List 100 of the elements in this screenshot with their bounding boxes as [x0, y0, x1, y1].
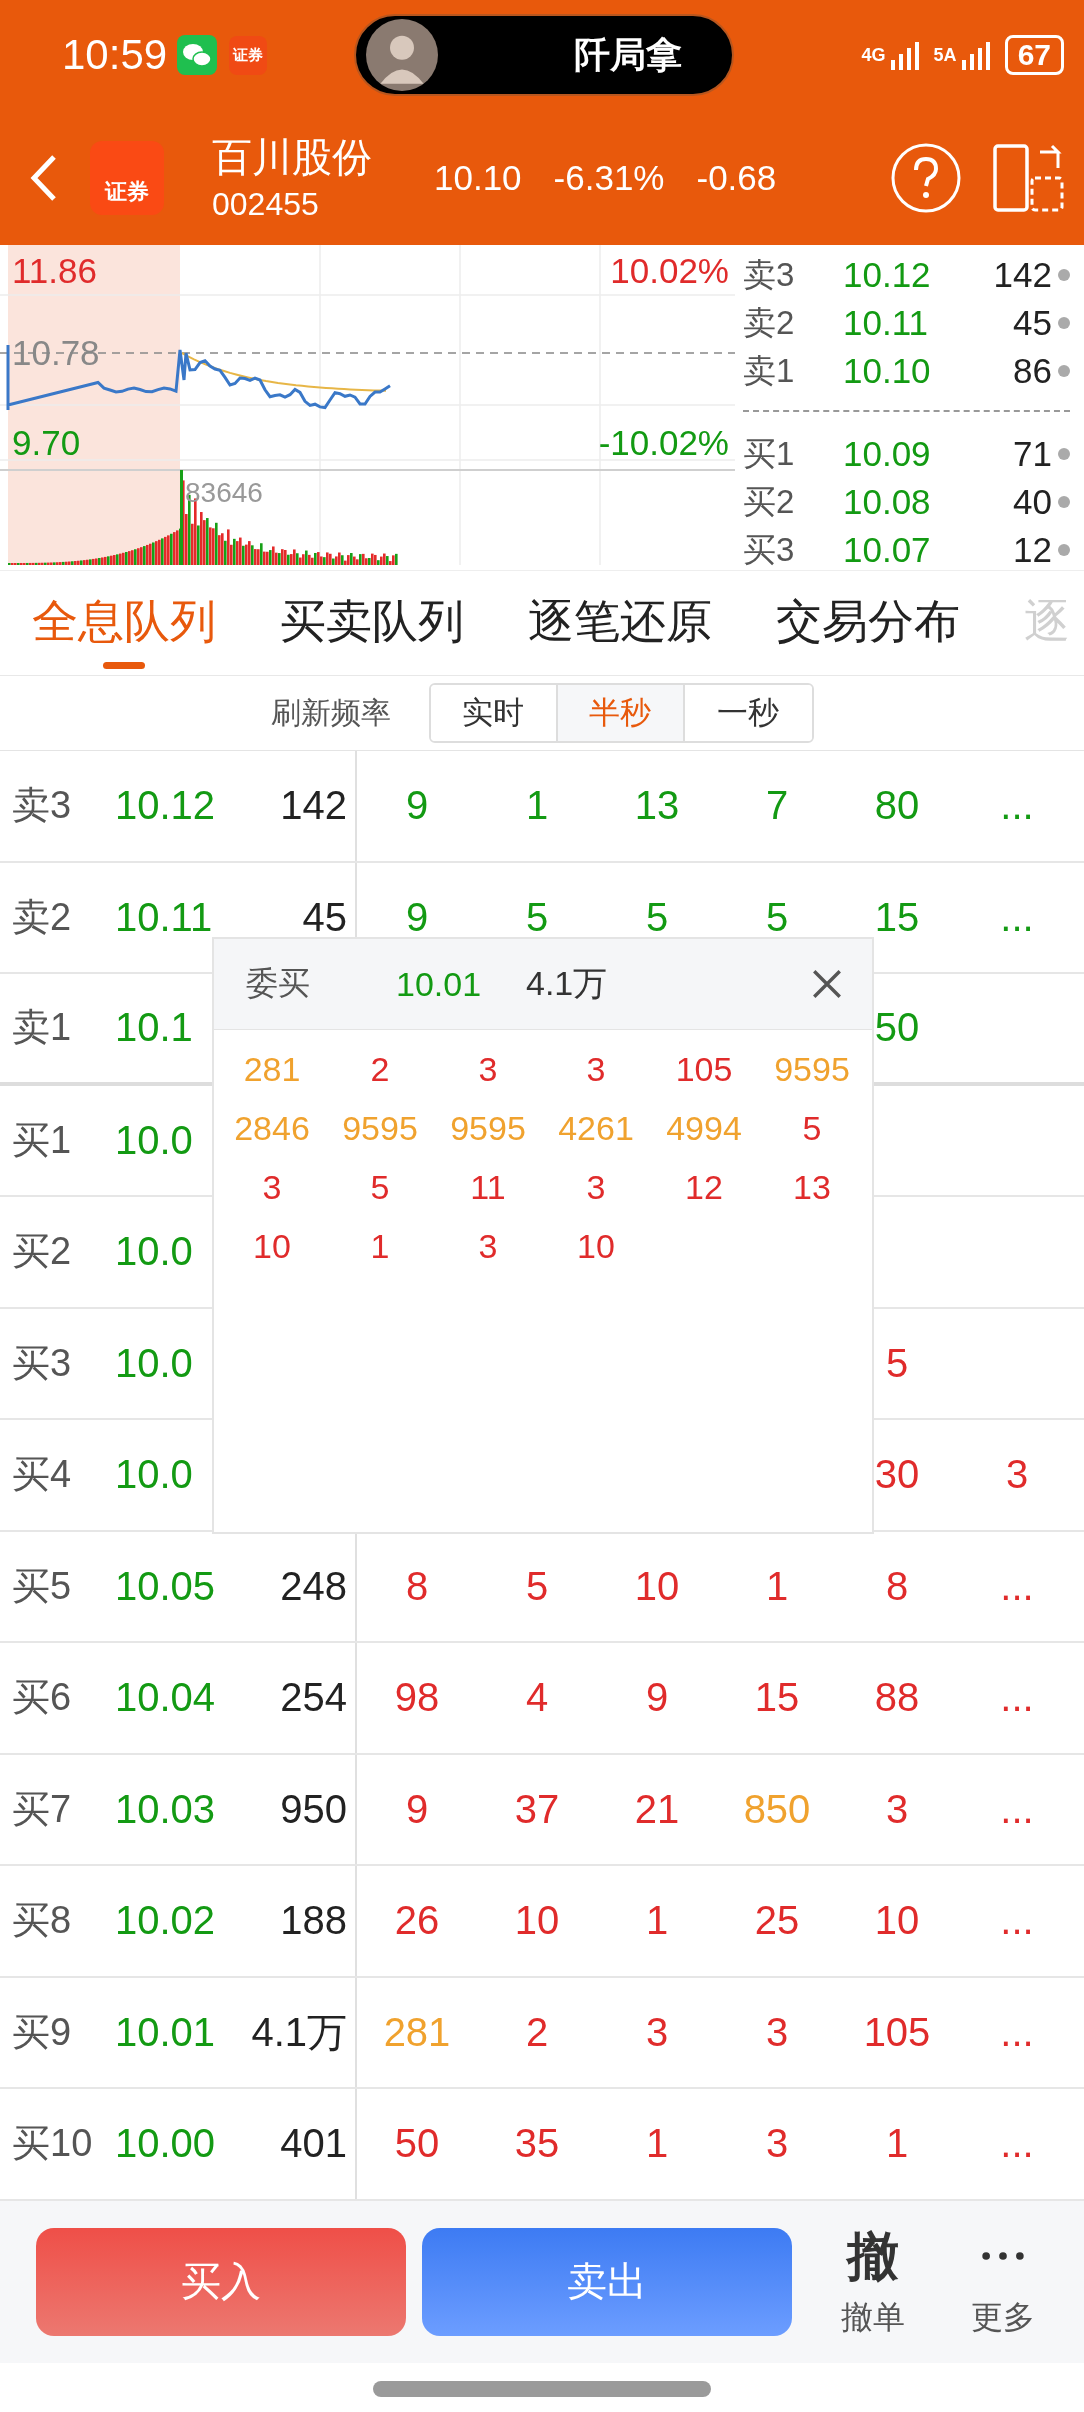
battery-level: 67 — [1004, 35, 1064, 75]
app-badge-icon: 证券 — [229, 35, 268, 75]
layout-switch-icon[interactable] — [992, 141, 1064, 214]
level-label: 卖2 — [11, 894, 73, 940]
order-size: 3 — [478, 1227, 498, 1266]
order-size: 5 — [802, 1109, 822, 1148]
order-size: 1 — [885, 2121, 909, 2167]
level-volume: 45 — [302, 894, 347, 939]
level-volume: 401 — [280, 2121, 347, 2166]
volume-label: 83646 — [185, 476, 263, 510]
status-time: 10:59 — [62, 31, 168, 79]
order-size: ... — [1000, 2009, 1034, 2055]
order-size: ... — [1000, 894, 1034, 940]
level-label: 买1 — [11, 1117, 73, 1163]
order-size: ... — [1000, 1786, 1034, 1832]
level-label: 买4 — [11, 1452, 73, 1498]
level-label: 买5 — [11, 1563, 73, 1609]
level-price: 10.12 — [843, 255, 932, 295]
popup-volume: 4.1万 — [526, 963, 608, 1004]
level-label: 卖3 — [11, 783, 73, 829]
order-size: 2846 — [234, 1109, 310, 1148]
help-icon[interactable] — [890, 141, 962, 214]
level-price: 10.03 — [115, 1786, 217, 1832]
level-label: 卖3 — [743, 254, 796, 295]
order-size: 11 — [470, 1168, 506, 1207]
axis-label: -10.02% — [598, 423, 729, 463]
level-price: 10.12 — [115, 783, 217, 829]
order-size: 3 — [586, 1168, 606, 1207]
level-volume: 142 — [992, 255, 1052, 295]
order-size: 7 — [765, 783, 789, 829]
order-size: 26 — [394, 1898, 440, 1944]
order-size: ... — [1000, 2121, 1034, 2167]
refresh-option[interactable]: 实时 — [430, 685, 558, 741]
level-price: 10.00 — [115, 2121, 217, 2167]
level-volume: 254 — [280, 1675, 347, 1720]
axis-label: 10.78 — [12, 333, 100, 373]
order-size: 88 — [874, 1675, 920, 1721]
level-price: 10.05 — [115, 1563, 217, 1609]
level-price: 10.09 — [843, 434, 932, 474]
level-label: 买2 — [11, 1229, 73, 1275]
tab[interactable]: 全息队列 — [32, 571, 216, 675]
order-size: 10 — [874, 1898, 920, 1944]
level-volume: 188 — [280, 1898, 347, 1943]
level-volume: 40 — [1012, 482, 1052, 522]
level-label: 买7 — [11, 1786, 73, 1832]
signal-icon — [960, 40, 991, 70]
order-size: 13 — [634, 783, 680, 829]
dot-icon — [1058, 317, 1070, 329]
tab[interactable]: 交易分布 — [776, 571, 960, 675]
order-size: 10 — [514, 1898, 560, 1944]
order-size: ... — [1000, 1675, 1034, 1721]
order-size: 8 — [405, 1563, 429, 1609]
order-size: 2 — [370, 1050, 390, 1089]
tab[interactable]: 逐笔还原 — [528, 571, 712, 675]
order-size: 15 — [754, 1675, 800, 1721]
order-size: 9595 — [774, 1050, 850, 1089]
home-indicator[interactable] — [373, 2380, 711, 2397]
media-island[interactable]: 阡局拿 — [354, 14, 734, 96]
order-size: 10 — [253, 1227, 291, 1266]
order-size: 3 — [1005, 1452, 1029, 1498]
order-size: 3 — [645, 2009, 669, 2055]
level-price: 10.08 — [843, 482, 932, 522]
level-label: 买10 — [11, 2121, 94, 2167]
order-size: 5 — [525, 894, 549, 940]
level-volume: 86 — [1012, 351, 1052, 391]
tab[interactable]: 买卖队列 — [280, 571, 464, 675]
order-size: 1 — [645, 1898, 669, 1944]
order-size: 1 — [765, 1563, 789, 1609]
network-label: 4G — [861, 44, 886, 66]
close-icon[interactable] — [810, 967, 844, 1001]
order-size: 4261 — [558, 1109, 634, 1148]
cancel-icon[interactable]: 撤 — [847, 2223, 899, 2288]
level-price: 10.11 — [115, 894, 214, 940]
price-change: -0.68 — [696, 157, 777, 198]
level-volume: 248 — [280, 1563, 347, 1608]
order-size: 8 — [885, 1563, 909, 1609]
popup-price: 10.01 — [396, 964, 483, 1004]
level-label: 买2 — [743, 481, 796, 522]
order-size: 50 — [394, 2121, 440, 2167]
order-size: 5 — [370, 1168, 390, 1207]
dot-icon — [1058, 544, 1070, 556]
cancel-order-label[interactable]: 撤单 — [841, 2295, 905, 2340]
order-size: 21 — [634, 1786, 680, 1832]
order-size: 1 — [370, 1227, 390, 1266]
order-size: 2 — [525, 2009, 549, 2055]
axis-label: 11.86 — [12, 251, 97, 291]
stock-code: 002455 — [212, 184, 320, 224]
order-size: 3 — [586, 1050, 606, 1089]
level-price: 10.01 — [115, 2009, 217, 2055]
level-price: 10.02 — [115, 1898, 217, 1944]
order-size: 12 — [685, 1168, 723, 1207]
order-size: 4994 — [666, 1109, 742, 1148]
more-icon[interactable] — [980, 2249, 1026, 2262]
order-size: ... — [1000, 1563, 1034, 1609]
order-size: 3 — [262, 1168, 282, 1207]
more-label[interactable]: 更多 — [971, 2295, 1035, 2340]
level-label: 卖1 — [743, 350, 796, 391]
level-price: 10.1 — [115, 1005, 194, 1051]
level-volume: 142 — [280, 783, 347, 828]
level-price: 10.11 — [843, 303, 929, 343]
